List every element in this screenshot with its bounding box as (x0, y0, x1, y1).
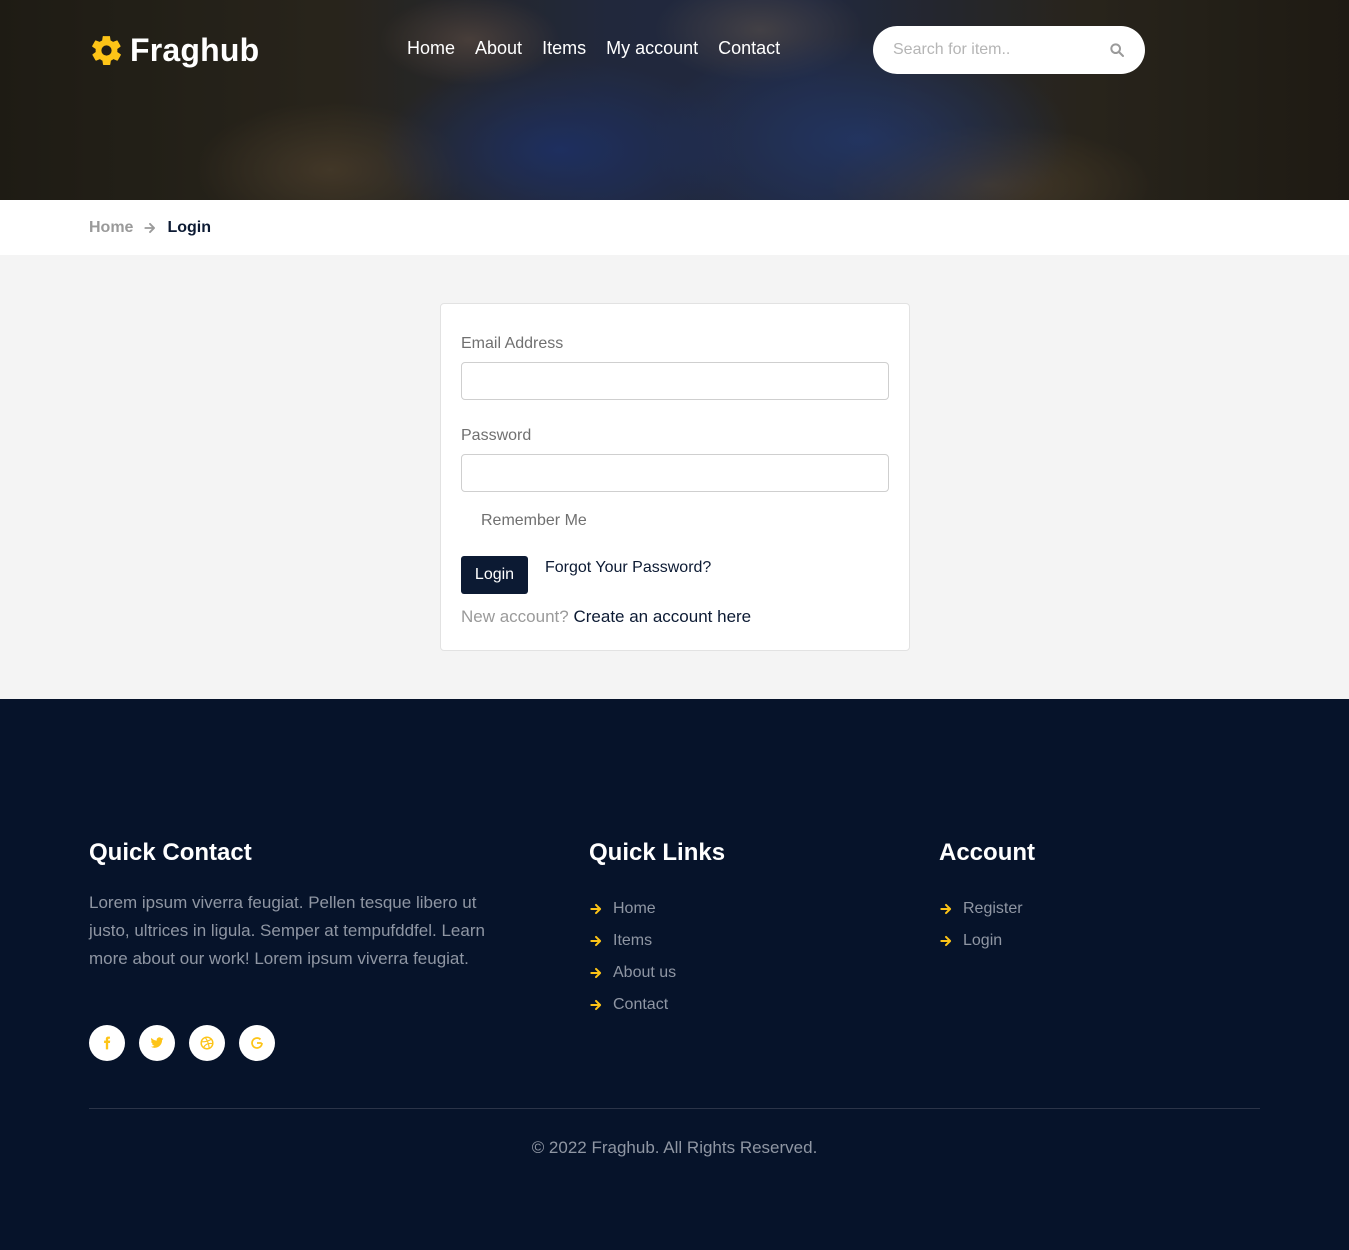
login-card: Email Address Password Remember Me Login… (440, 303, 910, 651)
list-item: About us (589, 957, 676, 989)
breadcrumb: Home Login (89, 219, 211, 237)
quick-links-heading: Quick Links (589, 839, 726, 866)
arrow-right-icon (590, 935, 602, 947)
social-links (89, 1025, 275, 1061)
footer-link-contact[interactable]: Contact (613, 996, 668, 1014)
forgot-password-link[interactable]: Forgot Your Password? (545, 559, 711, 577)
brand-name: Fraghub (130, 32, 260, 68)
account-heading: Account (939, 839, 1035, 866)
footer-link-register[interactable]: Register (963, 900, 1023, 918)
remember-me-checkbox[interactable]: Remember Me (481, 512, 587, 530)
search-icon[interactable] (1109, 42, 1125, 58)
footer-link-about[interactable]: About us (613, 964, 676, 982)
breadcrumb-home[interactable]: Home (89, 219, 133, 237)
arrow-right-icon (144, 222, 156, 234)
password-label: Password (461, 427, 532, 444)
list-item: Register (939, 893, 1023, 925)
twitter-icon[interactable] (139, 1025, 175, 1061)
footer-link-login[interactable]: Login (963, 932, 1002, 950)
email-field[interactable] (461, 362, 889, 400)
copyright: © 2022 Fraghub. All Rights Reserved. (531, 1138, 818, 1157)
list-item: Login (939, 925, 1023, 957)
nav-my-account[interactable]: My account (606, 38, 698, 59)
breadcrumb-bar: Home Login (0, 200, 1349, 255)
hero-banner: Fraghub Home About Items My account Cont… (0, 0, 1349, 200)
arrow-right-icon (590, 999, 602, 1011)
nav-about[interactable]: About (475, 38, 522, 59)
nav-items[interactable]: Items (542, 38, 586, 59)
quick-contact-heading: Quick Contact (89, 839, 252, 866)
dribbble-icon[interactable] (189, 1025, 225, 1061)
search-box (873, 26, 1145, 74)
footer-link-home[interactable]: Home (613, 900, 656, 918)
new-account-line: New account? Create an account here (461, 607, 751, 627)
google-icon[interactable] (239, 1025, 275, 1061)
logo[interactable]: Fraghub (89, 32, 259, 69)
footer-link-items[interactable]: Items (613, 932, 652, 950)
login-button[interactable]: Login (461, 556, 528, 594)
account-links-list: Register Login (939, 893, 1023, 957)
hero-overlay (0, 0, 1349, 200)
arrow-right-icon (590, 967, 602, 979)
arrow-right-icon (590, 903, 602, 915)
list-item: Home (589, 893, 676, 925)
arrow-right-icon (940, 935, 952, 947)
gear-icon (92, 36, 121, 65)
breadcrumb-current: Login (167, 219, 211, 236)
quick-links-list: Home Items About us Contact (589, 893, 676, 1021)
list-item: Items (589, 925, 676, 957)
arrow-right-icon (940, 903, 952, 915)
new-account-text: New account? (461, 607, 569, 626)
password-field[interactable] (461, 454, 889, 492)
nav-home[interactable]: Home (407, 38, 455, 59)
footer-divider (89, 1108, 1260, 1109)
footer: Quick Contact Lorem ipsum viverra feugia… (0, 699, 1349, 1250)
main-nav: Home About Items My account Contact (407, 38, 780, 59)
email-label: Email Address (461, 335, 564, 352)
create-account-link[interactable]: Create an account here (573, 607, 751, 626)
list-item: Contact (589, 989, 676, 1021)
search-input[interactable] (893, 41, 1109, 59)
quick-contact-text: Lorem ipsum viverra feugiat. Pellen tesq… (89, 893, 485, 968)
nav-contact[interactable]: Contact (718, 38, 780, 59)
facebook-icon[interactable] (89, 1025, 125, 1061)
